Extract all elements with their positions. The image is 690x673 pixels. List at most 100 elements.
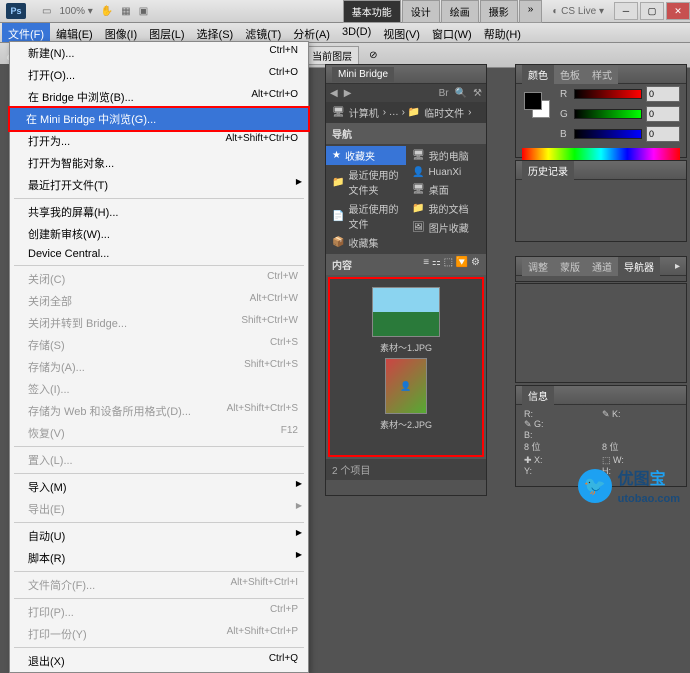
file-menu-item: 存储为 Web 和设备所用格式(D)...Alt+Shift+Ctrl+S: [10, 400, 308, 422]
adjust-panel: 调整 蒙版 通道 导航器 ▸: [515, 256, 687, 282]
mb-nav-header: 导航: [326, 123, 486, 144]
zoom-icon[interactable]: ▭: [42, 6, 51, 17]
file-menu-item: 置入(L)...: [10, 449, 308, 471]
maximize-button[interactable]: ▢: [640, 2, 664, 20]
file-menu-item[interactable]: 打开为智能对象...: [10, 152, 308, 174]
tree-item[interactable]: 📁我的文档: [406, 199, 486, 218]
g-input[interactable]: [646, 106, 680, 122]
file-menu: 新建(N)...Ctrl+N打开(O)...Ctrl+O在 Bridge 中浏览…: [9, 41, 309, 673]
fg-swatch[interactable]: [524, 92, 542, 110]
mb-footer: 2 个项目: [326, 459, 486, 480]
menu-9[interactable]: 窗口(W): [426, 23, 478, 42]
file-menu-item[interactable]: 退出(X)Ctrl+Q: [10, 650, 308, 672]
menu-5[interactable]: 滤镜(T): [239, 23, 287, 42]
file-menu-item[interactable]: 脚本(R)▶: [10, 547, 308, 569]
view-icon[interactable]: ▦: [121, 6, 130, 17]
file-menu-item[interactable]: 导入(M)▶: [10, 476, 308, 498]
top-controls: ▭ 100% ▾ ✋ ▦ ▣: [42, 6, 148, 17]
thumb-2[interactable]: 👤 素材～2.JPG: [334, 358, 478, 431]
info-tab[interactable]: 信息: [522, 386, 554, 405]
hand-icon[interactable]: ✋: [101, 6, 113, 17]
b-slider[interactable]: [574, 129, 642, 139]
file-menu-item: 文件简介(F)...Alt+Shift+Ctrl+I: [10, 574, 308, 596]
color-tab[interactable]: 颜色: [522, 65, 554, 84]
file-menu-item: 存储为(A)...Shift+Ctrl+S: [10, 356, 308, 378]
twitter-icon: 🐦: [578, 469, 612, 503]
tree-item[interactable]: ★收藏夹: [326, 146, 406, 165]
ignore-icon[interactable]: ⊘: [369, 50, 377, 61]
menu-2[interactable]: 图像(I): [99, 23, 143, 42]
mb-content: 素材～1.JPG 👤 素材～2.JPG: [328, 277, 484, 457]
mb-br-icon[interactable]: Br: [439, 88, 449, 99]
menu-4[interactable]: 选择(S): [191, 23, 240, 42]
file-menu-item[interactable]: 新建(N)...Ctrl+N: [10, 42, 308, 64]
tree-item[interactable]: 📁最近使用的文件夹: [326, 165, 406, 199]
tab-design[interactable]: 设计: [402, 0, 440, 23]
mb-search-icon[interactable]: 🔍: [455, 88, 467, 99]
menu-6[interactable]: 分析(A): [287, 23, 336, 42]
file-menu-item: 签入(I)...: [10, 378, 308, 400]
watermark: 🐦 优图宝utobao.com: [578, 465, 680, 507]
tab-paint[interactable]: 绘画: [441, 0, 479, 23]
tree-item[interactable]: 📦收藏集: [326, 233, 406, 252]
ps-logo: Ps: [6, 3, 26, 19]
cslive[interactable]: ◐ CS Live ▾: [552, 6, 604, 17]
tree-item[interactable]: 🖥桌面: [406, 180, 486, 199]
file-menu-item: 存储(S)Ctrl+S: [10, 334, 308, 356]
file-menu-item[interactable]: 最近打开文件(T)▶: [10, 174, 308, 196]
file-menu-item[interactable]: 打开为...Alt+Shift+Ctrl+O: [10, 130, 308, 152]
adj-tab[interactable]: 调整: [522, 257, 554, 276]
tab-photo[interactable]: 摄影: [480, 0, 518, 23]
r-slider[interactable]: [574, 89, 642, 99]
menu-8[interactable]: 视图(V): [377, 23, 426, 42]
menu-10[interactable]: 帮助(H): [478, 23, 527, 42]
minimize-button[interactable]: ─: [614, 2, 638, 20]
thumb-1[interactable]: 素材～1.JPG: [334, 287, 478, 354]
history-tab[interactable]: 历史记录: [522, 161, 574, 180]
file-menu-item: 关闭(C)Ctrl+W: [10, 268, 308, 290]
swatch-tab[interactable]: 色板: [554, 65, 586, 84]
tree-item[interactable]: 🖥我的电脑: [406, 146, 486, 165]
mask-tab[interactable]: 蒙版: [554, 257, 586, 276]
file-menu-item[interactable]: 创建新审核(W)...: [10, 223, 308, 245]
close-button[interactable]: ✕: [666, 2, 690, 20]
menu-7[interactable]: 3D(D): [336, 23, 377, 42]
tree-item[interactable]: 📄最近使用的文件: [326, 199, 406, 233]
minibridge-panel: Mini Bridge ◀ ▶ Br 🔍 ⚒ 🖥 计算机 › … › 📁 临时文…: [325, 64, 487, 496]
tab-basic[interactable]: 基本功能: [343, 0, 401, 23]
nav-tab[interactable]: 导航器: [618, 257, 660, 276]
screen-icon[interactable]: ▣: [139, 6, 148, 17]
sample-select[interactable]: 当前图层: [305, 46, 359, 65]
tree-item[interactable]: 👤HuanXi: [406, 165, 486, 180]
zoom-value[interactable]: 100% ▾: [59, 6, 92, 17]
file-menu-item: 打印(P)...Ctrl+P: [10, 601, 308, 623]
file-menu-item: 关闭全部Alt+Ctrl+W: [10, 290, 308, 312]
mb-path[interactable]: 🖥 计算机 › … › 📁 临时文件 ›: [326, 102, 486, 123]
file-menu-item[interactable]: 在 Bridge 中浏览(B)...Alt+Ctrl+O: [10, 86, 308, 108]
file-menu-item: 打印一份(Y)Alt+Shift+Ctrl+P: [10, 623, 308, 645]
minibridge-tab[interactable]: Mini Bridge: [332, 67, 394, 82]
file-menu-item[interactable]: 打开(O)...Ctrl+O: [10, 64, 308, 86]
file-menu-item[interactable]: 共享我的屏幕(H)...: [10, 201, 308, 223]
file-menu-item[interactable]: 自动(U)▶: [10, 525, 308, 547]
color-panel: 颜色 色板 样式 R G B: [515, 64, 687, 158]
mb-back-icon[interactable]: ◀: [330, 88, 338, 99]
file-menu-item: 恢复(V)F12: [10, 422, 308, 444]
file-menu-item: 关闭并转到 Bridge...Shift+Ctrl+W: [10, 312, 308, 334]
menu-1[interactable]: 编辑(E): [50, 23, 99, 42]
tab-more[interactable]: »: [519, 0, 543, 23]
menu-3[interactable]: 图层(L): [143, 23, 190, 42]
g-slider[interactable]: [574, 109, 642, 119]
style-tab[interactable]: 样式: [586, 65, 618, 84]
r-input[interactable]: [646, 86, 680, 102]
history-panel: 历史记录: [515, 160, 687, 242]
file-menu-item[interactable]: 在 Mini Bridge 中浏览(G)...: [8, 106, 310, 132]
menu-0[interactable]: 文件(F): [2, 23, 50, 42]
chan-tab[interactable]: 通道: [586, 257, 618, 276]
b-input[interactable]: [646, 126, 680, 142]
file-menu-item[interactable]: Device Central...: [10, 245, 308, 263]
mb-fwd-icon[interactable]: ▶: [344, 88, 352, 99]
mb-tools-icon[interactable]: ⚒: [473, 88, 482, 99]
mb-content-header: 内容 ≡ ⚏ ⬚ 🔽 ⚙: [326, 254, 486, 275]
tree-item[interactable]: 🖼图片收藏: [406, 218, 486, 237]
